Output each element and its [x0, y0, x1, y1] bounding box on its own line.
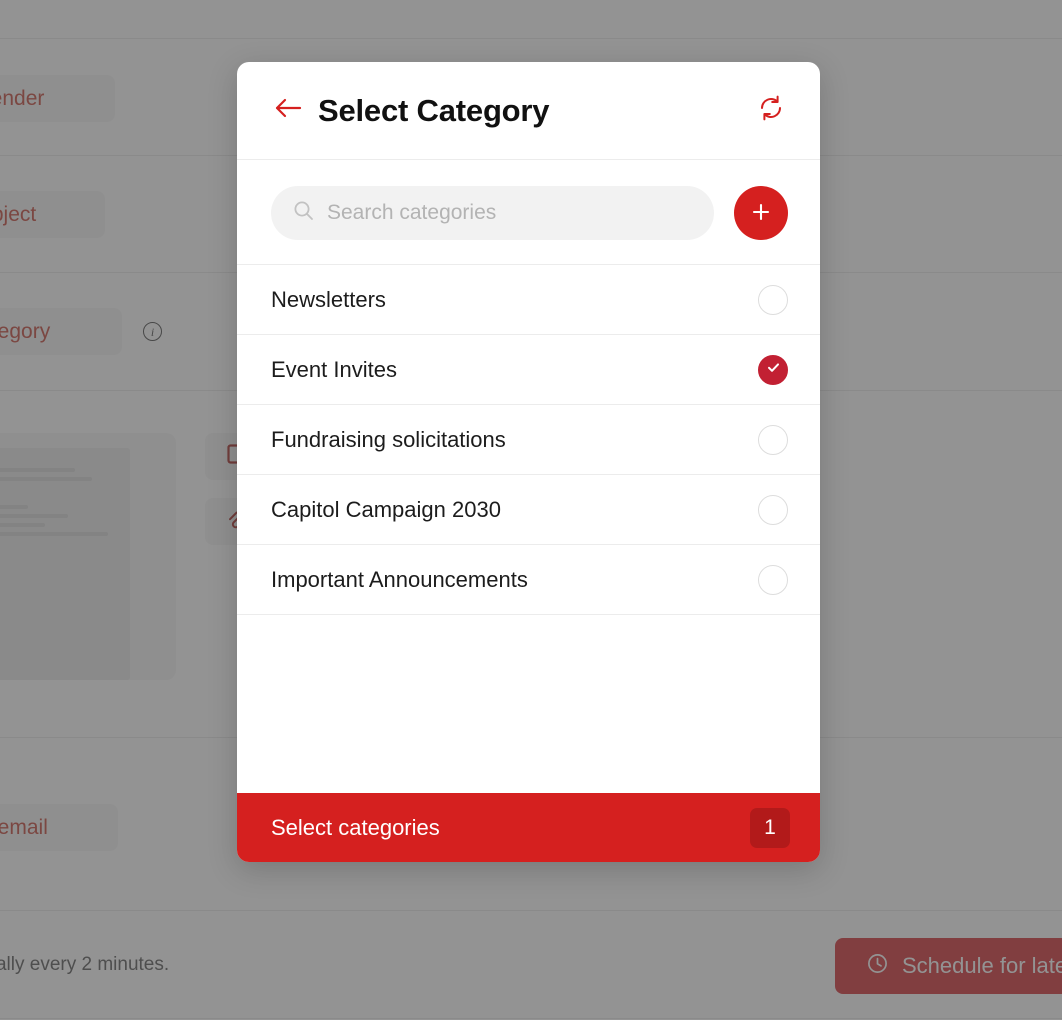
category-label: Newsletters [271, 286, 386, 312]
category-label: Fundraising solicitations [271, 426, 506, 452]
select-categories-button[interactable]: Select categories 1 [237, 793, 820, 862]
category-row[interactable]: Fundraising solicitations [237, 405, 820, 475]
add-category-button[interactable] [734, 186, 788, 240]
category-radio[interactable] [758, 564, 788, 595]
arrow-left-icon [274, 96, 302, 125]
select-category-modal: Select Category Search categories Newsle… [237, 62, 820, 862]
category-label: Capitol Campaign 2030 [271, 496, 501, 522]
search-icon [293, 200, 314, 226]
category-radio[interactable] [758, 494, 788, 525]
category-radio[interactable] [758, 424, 788, 455]
category-label: Important Announcements [271, 566, 528, 592]
category-radio-checked[interactable] [758, 354, 788, 385]
refresh-icon [756, 93, 786, 128]
refresh-button[interactable] [754, 94, 788, 128]
search-field-wrapper[interactable] [271, 186, 714, 240]
selected-count-badge: 1 [750, 807, 790, 848]
search-input[interactable] [327, 201, 692, 225]
footer-label: Select categories [271, 814, 440, 840]
modal-header: Select Category [237, 62, 820, 160]
back-button[interactable] [271, 94, 305, 128]
page-title: Select Category [318, 92, 550, 128]
search-row [237, 160, 820, 264]
category-row[interactable]: Newsletters [237, 265, 820, 335]
category-row[interactable]: Important Announcements [237, 545, 820, 615]
category-label: Event Invites [271, 356, 397, 382]
check-icon [765, 359, 782, 381]
category-row[interactable]: Capitol Campaign 2030 [237, 475, 820, 545]
category-row[interactable]: Event Invites [237, 335, 820, 405]
category-radio[interactable] [758, 284, 788, 315]
plus-icon [749, 200, 773, 227]
category-list[interactable]: Newsletters Event Invites Fundraising soli… [237, 264, 820, 793]
